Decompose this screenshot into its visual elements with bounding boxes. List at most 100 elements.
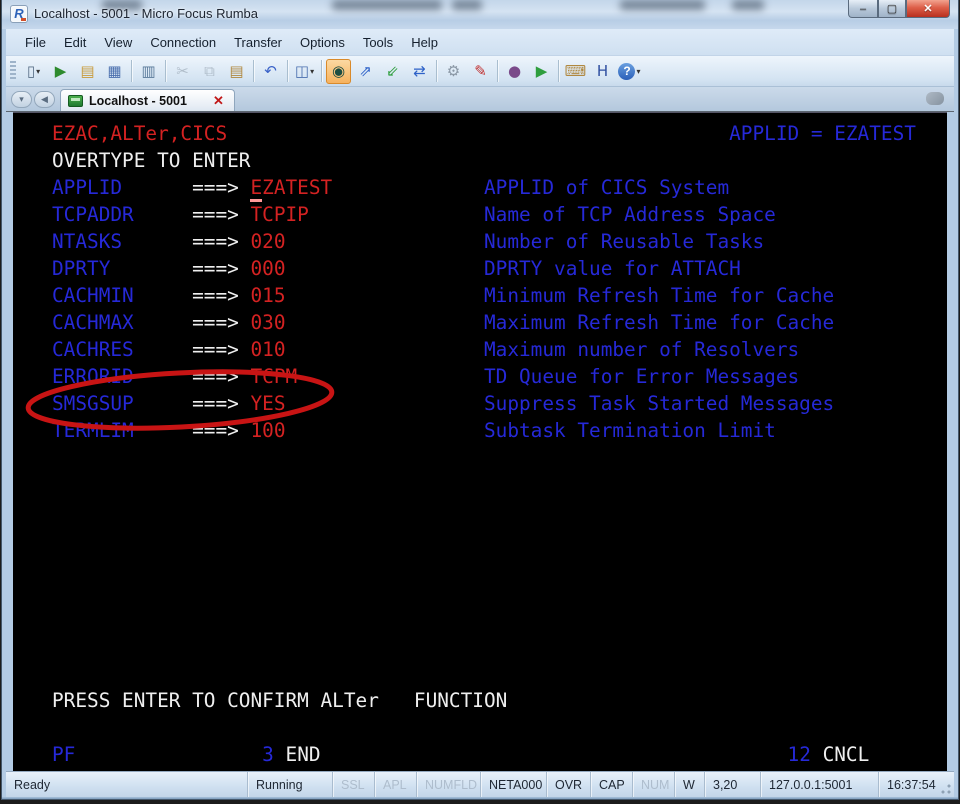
toolbar-separator [558,60,559,82]
pf-label: PF [52,743,75,766]
terminal-cursor[interactable]: E [250,176,262,202]
tab-close-icon[interactable]: ✕ [213,93,224,109]
record-macro-button[interactable]: ● [502,59,527,84]
dropdown-arrow-icon[interactable]: ▾ [36,67,40,76]
tab-pin-icon[interactable] [926,92,944,105]
title-bar[interactable]: R Localhost - 5001 - Micro Focus Rumba –… [2,0,958,29]
glass-blur [620,0,705,10]
paste-button[interactable]: ▤ [224,59,249,84]
field-value-NTASKS[interactable]: 020 [250,230,285,253]
terminal-text [286,419,484,442]
field-value-APPLID[interactable]: ZATEST [262,176,332,199]
terminal-empty-line [52,633,947,660]
tab-localhost-5001[interactable]: Localhost - 5001 ✕ [60,89,235,111]
macro-editor-button[interactable]: ✎ [468,59,493,84]
maximize-button[interactable]: ▢ [878,0,906,18]
glass-blur [332,0,442,10]
receive-file-button[interactable]: ⇙ [380,59,405,84]
terminal-text [286,311,484,334]
window-bottom-border [2,797,958,799]
new-session-button[interactable]: ▯▾ [21,59,46,84]
terminal-empty-line [52,498,947,525]
field-value-TCPADDR[interactable]: TCPIP [250,203,308,226]
field-value-CACHRES[interactable]: 010 [250,338,285,361]
glass-blur [452,0,482,10]
quick-connect-button[interactable]: ▶ [48,59,73,84]
field-label-APPLID: APPLID [52,176,192,199]
field-label-CACHMIN: CACHMIN [52,284,192,307]
field-value-TERMLIM[interactable]: 100 [250,419,285,442]
hotspots-button[interactable]: H [590,59,615,84]
terminal-text [227,122,729,145]
field-arrow: ===> [192,203,250,226]
menu-options[interactable]: Options [291,31,354,54]
session-list-button[interactable]: ▾ [11,91,32,108]
status-running: Running [247,772,332,797]
toolbar-separator [165,60,166,82]
pf3-number: 3 [262,743,274,766]
save-profile-button[interactable]: ▦ [102,59,127,84]
minimize-button[interactable]: – [848,0,878,18]
command-line: EZAC,ALTer,CICS [52,122,227,145]
terminal-empty-line [52,579,947,606]
menu-connection[interactable]: Connection [141,31,225,54]
field-desc-CACHMAX: Maximum Refresh Time for Cache [484,311,834,334]
help-icon: ? [618,63,635,80]
field-value-ERRORID[interactable]: TCPM [250,365,297,388]
status-neta000: NETA000 [480,772,546,797]
help-button[interactable]: ?▾ [617,59,642,84]
field-label-NTASKS: NTASKS [52,230,192,253]
terminal-field-row: ERRORID ===> TCPM TD Queue for Error Mes… [52,363,947,390]
screen-history-button[interactable]: ◫▾ [292,59,317,84]
field-value-CACHMAX[interactable]: 030 [250,311,285,334]
tab-scroll-left-button[interactable]: ◀ [34,91,55,108]
resize-grip[interactable] [940,783,952,795]
menu-tools[interactable]: Tools [354,31,402,54]
field-label-TCPADDR: TCPADDR [52,203,192,226]
menu-edit[interactable]: Edit [55,31,95,54]
menu-transfer[interactable]: Transfer [225,31,291,54]
transfer-file-button[interactable]: ⇄ [407,59,432,84]
save-profile-icon: ▦ [107,64,121,79]
terminal-empty-line [52,471,947,498]
terminal-text [274,743,286,766]
terminal-header-line: EZAC,ALTer,CICS APPLID = EZATEST [52,120,947,147]
undo-button[interactable]: ↶ [258,59,283,84]
menu-view[interactable]: View [95,31,141,54]
quick-connect-icon: ▶ [55,64,67,79]
open-profile-button[interactable]: ▤ [75,59,100,84]
glass-blur [732,0,764,10]
print-screen-button[interactable]: ▥ [136,59,161,84]
pf12-action: CNCL [823,743,870,766]
toolbar-separator [253,60,254,82]
terminal-empty-line [52,660,947,687]
field-label-CACHMAX: CACHMAX [52,311,192,334]
dropdown-arrow-icon[interactable]: ▾ [636,67,640,76]
terminal-screen[interactable]: EZAC,ALTer,CICS APPLID = EZATESTOVERTYPE… [13,112,947,771]
status-bar: ReadyRunningSSLAPLNUMFLDNETA000OVRCAPNUM… [6,771,954,797]
terminal-text [332,176,484,199]
receive-file-icon: ⇙ [386,64,399,79]
toolbar-grip[interactable] [10,61,16,81]
connect-session-icon: ◉ [332,64,345,79]
close-button[interactable]: ✕ [906,0,950,18]
connect-session-button[interactable]: ◉ [326,59,351,84]
play-macro-button[interactable]: ▶ [529,59,554,84]
terminal-field-row: CACHRES ===> 010 Maximum number of Resol… [52,336,947,363]
menu-help[interactable]: Help [402,31,447,54]
transfer-file-icon: ⇄ [413,64,426,79]
field-value-SMSGSUP[interactable]: YES [250,392,285,415]
menu-file[interactable]: File [16,31,55,54]
field-desc-CACHRES: Maximum number of Resolvers [484,338,799,361]
status-cap: CAP [590,772,632,797]
keyboard-map-button[interactable]: ⌨ [563,59,588,84]
terminal-text [286,338,484,361]
field-value-DPRTY[interactable]: 000 [250,257,285,280]
field-value-CACHMIN[interactable]: 015 [250,284,285,307]
dropdown-arrow-icon[interactable]: ▾ [310,67,314,76]
send-file-button[interactable]: ⇗ [353,59,378,84]
macro-editor-icon: ✎ [474,64,487,79]
terminal-field-row: TERMLIM ===> 100 Subtask Termination Lim… [52,417,947,444]
field-label-CACHRES: CACHRES [52,338,192,361]
session-settings-button[interactable]: ⚙ [441,59,466,84]
